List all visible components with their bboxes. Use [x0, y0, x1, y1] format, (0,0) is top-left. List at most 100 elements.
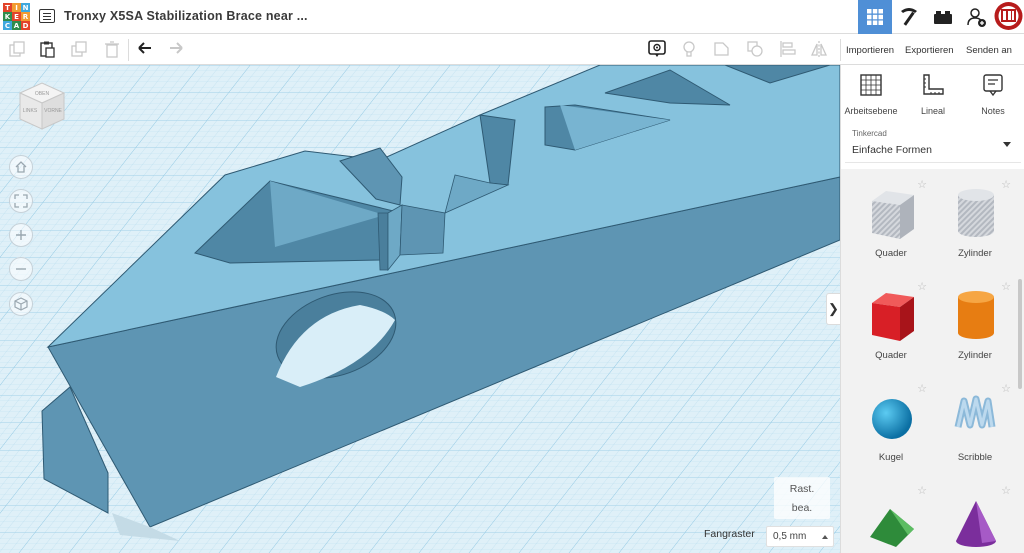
favorite-star-icon[interactable]: ☆ [917, 178, 927, 191]
copy-icon[interactable] [8, 40, 26, 58]
export-button[interactable]: Exportieren [902, 40, 957, 61]
logo-letter: D [21, 21, 30, 30]
shape-panel-scrollbar[interactable] [1018, 279, 1022, 389]
cube-face-left: LINKS [23, 108, 38, 114]
mirror-icon[interactable] [810, 40, 828, 58]
logo-letter: A [12, 21, 21, 30]
shape-label: Zylinder [958, 350, 992, 361]
shape-hole-cylinder[interactable]: ☆ Zylinder [935, 173, 1015, 273]
favorite-star-icon[interactable]: ☆ [1001, 484, 1011, 497]
edit-grid-label-2: bea. [791, 502, 813, 514]
favorite-star-icon[interactable]: ☆ [917, 382, 927, 395]
library-name: Einfache Formen [852, 144, 932, 156]
paste-icon[interactable] [38, 40, 56, 58]
shape-scribble[interactable]: ☆ Scribble [935, 377, 1015, 477]
shape-label: Quader [875, 350, 907, 361]
snap-grid-label: Fangraster [704, 528, 755, 540]
home-icon [15, 161, 27, 173]
logo-letter: R [21, 12, 30, 21]
shape-sphere[interactable]: ☆ Kugel [851, 377, 931, 477]
perspective-cube-icon [14, 297, 28, 311]
logo-letter: I [12, 3, 21, 12]
shape-roof[interactable]: ☆ [851, 479, 931, 553]
bricks-button[interactable] [926, 0, 960, 34]
user-avatar[interactable] [993, 0, 1024, 33]
collapse-panel-button[interactable]: ❯ [826, 293, 840, 325]
group-icon[interactable] [713, 40, 731, 58]
sphere-icon [872, 399, 912, 439]
tinkercad-logo[interactable]: TINKERCAD [3, 3, 30, 30]
plus-icon [16, 230, 26, 240]
workplane-tool[interactable]: Arbeitsebene [841, 73, 901, 116]
notes-toggle-icon[interactable] [647, 39, 667, 59]
design-list-icon[interactable] [39, 9, 55, 23]
undo-icon[interactable] [136, 40, 154, 58]
notes-tool[interactable]: Notes [963, 73, 1023, 116]
top-bar: TINKERCAD Tronxy X5SA Stabilization Brac… [0, 0, 1024, 34]
ungroup-icon[interactable] [746, 40, 764, 58]
shape-box[interactable]: ☆ Quader [851, 275, 931, 375]
import-button[interactable]: Importieren [843, 40, 898, 61]
notes-label: Notes [981, 106, 1005, 116]
pickaxe-icon [901, 8, 917, 26]
workplane-label: Arbeitsebene [844, 106, 898, 116]
edit-grid-button[interactable]: Rast. bea. [774, 477, 830, 519]
cube-face-top: OBEN [35, 91, 50, 97]
minus-icon [16, 268, 26, 270]
shape-label: Zylinder [958, 248, 992, 259]
shape-label: Kugel [878, 452, 904, 463]
shape-cone[interactable]: ☆ [935, 479, 1015, 553]
scribble-icon [954, 395, 996, 429]
shape-library-select[interactable]: Tinkercad Einfache Formen [845, 123, 1021, 163]
avatar-icon [994, 2, 1023, 30]
shape-cylinder[interactable]: ☆ Zylinder [935, 275, 1015, 375]
shape-hole-box[interactable]: ☆ Quader [851, 173, 931, 273]
add-user-button[interactable] [960, 0, 994, 34]
redo-icon[interactable] [167, 40, 185, 58]
favorite-star-icon[interactable]: ☆ [917, 484, 927, 497]
ruler-tool[interactable]: Lineal [903, 73, 963, 116]
favorite-star-icon[interactable]: ☆ [1001, 280, 1011, 293]
logo-letter: T [3, 3, 12, 12]
cylinder-icon [958, 291, 994, 339]
add-user-icon [967, 8, 986, 27]
edit-grid-label-1: Rast. [789, 483, 815, 495]
align-icon[interactable] [779, 40, 797, 58]
hole-cylinder-icon [958, 189, 994, 237]
trash-icon[interactable] [103, 40, 121, 58]
fit-view-button[interactable] [9, 189, 33, 213]
caret-up-icon [822, 535, 828, 539]
edit-toolbar: Importieren Exportieren Senden an [0, 34, 1024, 65]
document-title[interactable]: Tronxy X5SA Stabilization Brace near ... [64, 9, 308, 23]
codeblocks-button[interactable] [892, 0, 926, 34]
perspective-button[interactable] [9, 292, 33, 316]
zoom-in-button[interactable] [9, 223, 33, 247]
logo-letter: N [21, 3, 30, 12]
ruler-icon [923, 74, 944, 95]
3d-viewport[interactable]: OBEN LINKS VORNE Rast. bea. Fangraster 0… [0, 65, 840, 553]
shape-label: Quader [875, 248, 907, 259]
3d-design-view-button[interactable] [858, 0, 892, 34]
chevron-down-icon [1003, 142, 1011, 147]
cone-icon [956, 501, 996, 547]
box-icon [872, 293, 914, 341]
view-cube[interactable]: OBEN LINKS VORNE [14, 79, 70, 135]
shape-label: Scribble [957, 452, 993, 463]
workplane-scene [0, 65, 840, 553]
favorite-star-icon[interactable]: ☆ [1001, 178, 1011, 191]
workplane-icon [860, 74, 882, 96]
favorite-star-icon[interactable]: ☆ [1001, 382, 1011, 395]
send-to-button[interactable]: Senden an [963, 40, 1015, 61]
logo-letter: E [12, 12, 21, 21]
light-bulb-icon[interactable] [680, 40, 698, 58]
zoom-out-button[interactable] [9, 257, 33, 281]
home-view-button[interactable] [9, 155, 33, 179]
grid-icon [867, 9, 883, 25]
logo-letter: K [3, 12, 12, 21]
cube-face-front: VORNE [44, 108, 62, 114]
duplicate-icon[interactable] [70, 40, 88, 58]
favorite-star-icon[interactable]: ☆ [917, 280, 927, 293]
snap-grid-select[interactable]: 0,5 mm [766, 526, 834, 547]
ruler-label: Lineal [920, 106, 946, 116]
shapes-panel: Arbeitsebene Lineal Notes Tinkercad Einf… [840, 65, 1024, 553]
